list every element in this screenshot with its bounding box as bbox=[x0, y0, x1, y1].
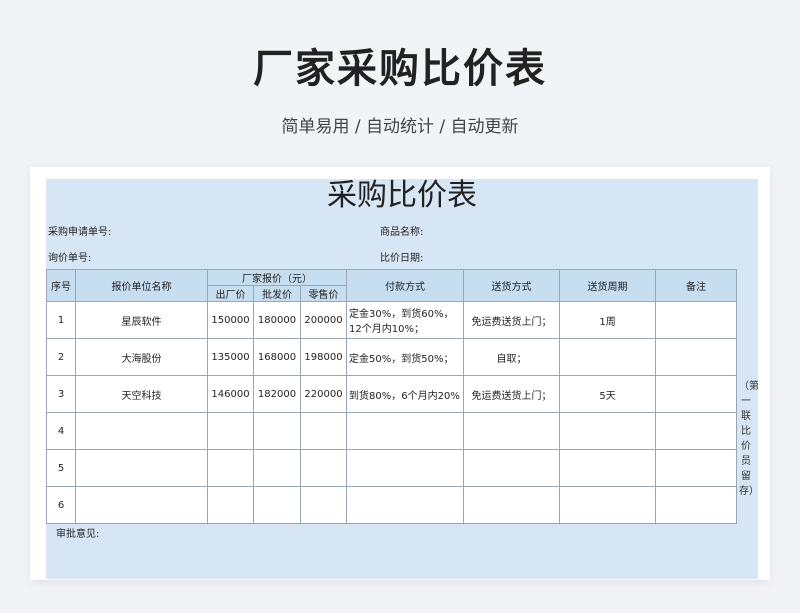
col-wholesale-price: 批发价 bbox=[253, 285, 301, 302]
cell-delivery[interactable]: 免运费送货上门； bbox=[463, 375, 561, 413]
cell-vendor[interactable]: 天空科技 bbox=[75, 375, 208, 413]
compare-date-label: 比价日期: bbox=[380, 253, 424, 264]
request-no-label: 采购申请单号: bbox=[48, 227, 112, 238]
col-remarks: 备注 bbox=[655, 269, 738, 302]
cell-factory-price[interactable]: 135000 bbox=[207, 338, 254, 376]
cell-retail-price[interactable]: 220000 bbox=[299, 375, 348, 413]
cell-payment[interactable]: 定金50%，到货50%； bbox=[346, 338, 465, 376]
cell-remarks[interactable] bbox=[655, 449, 738, 487]
cell-payment[interactable] bbox=[346, 412, 465, 450]
col-seq: 序号 bbox=[46, 269, 76, 302]
cell-retail-price[interactable] bbox=[299, 486, 348, 524]
cell-delivery-cycle[interactable] bbox=[559, 412, 657, 450]
col-delivery: 送货方式 bbox=[463, 269, 561, 302]
cell-delivery-cycle[interactable] bbox=[559, 486, 657, 524]
cell-payment[interactable] bbox=[346, 449, 465, 487]
inquiry-no-label: 询价单号: bbox=[48, 253, 92, 264]
table-row: 5 bbox=[46, 449, 738, 487]
cell-payment[interactable]: 到货80%，6个月内20% bbox=[346, 375, 465, 413]
table-row: 1 星辰软件 150000 180000 200000 定金30%，到货60%，… bbox=[46, 301, 738, 339]
payment-line: 到货80%，6个月内20% bbox=[349, 390, 460, 402]
cell-remarks[interactable] bbox=[655, 486, 738, 524]
col-payment: 付款方式 bbox=[346, 269, 465, 302]
review-label: 审批意见: bbox=[56, 529, 100, 540]
cell-delivery-cycle[interactable] bbox=[559, 449, 657, 487]
cell-delivery[interactable] bbox=[463, 412, 561, 450]
cell-vendor[interactable] bbox=[75, 449, 208, 487]
cell-retail-price[interactable] bbox=[299, 412, 348, 450]
spreadsheet: 采购比价表 采购申请单号: 商品名称: 询价单号: 比价日期: 序号 报价单位名… bbox=[46, 179, 758, 579]
cell-delivery-cycle[interactable]: 5天 bbox=[559, 375, 657, 413]
preview-card: 采购比价表 采购申请单号: 商品名称: 询价单号: 比价日期: 序号 报价单位名… bbox=[30, 167, 770, 580]
price-comparison-table: 序号 报价单位名称 厂家报价（元） 付款方式 送货方式 送货周期 备注 出厂价 … bbox=[46, 269, 738, 524]
cell-delivery-cycle[interactable] bbox=[559, 338, 657, 376]
cell-factory-price[interactable]: 150000 bbox=[207, 301, 254, 339]
cell-wholesale-price[interactable]: 168000 bbox=[253, 338, 301, 376]
cell-seq[interactable]: 3 bbox=[46, 375, 76, 413]
cell-wholesale-price[interactable]: 180000 bbox=[253, 301, 301, 339]
cell-remarks[interactable] bbox=[655, 412, 738, 450]
cell-seq[interactable]: 4 bbox=[46, 412, 76, 450]
cell-vendor[interactable]: 大海股份 bbox=[75, 338, 208, 376]
col-delivery-cycle: 送货周期 bbox=[559, 269, 657, 302]
col-vendor: 报价单位名称 bbox=[75, 269, 208, 302]
col-quote-group: 厂家报价（元） bbox=[206, 269, 348, 286]
cell-vendor[interactable]: 星辰软件 bbox=[75, 301, 208, 339]
cell-retail-price[interactable] bbox=[299, 449, 348, 487]
cell-remarks[interactable] bbox=[655, 301, 738, 339]
cell-wholesale-price[interactable] bbox=[253, 486, 301, 524]
cell-retail-price[interactable]: 198000 bbox=[299, 338, 348, 376]
side-note: （第一联比价员留存） bbox=[739, 381, 758, 497]
col-retail-price: 零售价 bbox=[299, 285, 348, 302]
cell-delivery[interactable] bbox=[463, 486, 561, 524]
payment-line: 12个月内10%； bbox=[349, 324, 424, 335]
payment-line: 定金30%，到货60%， bbox=[349, 309, 454, 320]
cell-delivery[interactable]: 免运费送货上门； bbox=[463, 301, 561, 339]
cell-payment[interactable]: 定金30%，到货60%， 12个月内10%； bbox=[346, 301, 465, 339]
cell-factory-price[interactable]: 146000 bbox=[207, 375, 254, 413]
table-row: 4 bbox=[46, 412, 738, 450]
table-row: 3 天空科技 146000 182000 220000 到货80%，6个月内20… bbox=[46, 375, 738, 413]
cell-factory-price[interactable] bbox=[207, 412, 254, 450]
page-title: 厂家采购比价表 bbox=[253, 46, 547, 92]
cell-seq[interactable]: 2 bbox=[46, 338, 76, 376]
table-row: 6 bbox=[46, 486, 738, 524]
cell-factory-price[interactable] bbox=[207, 449, 254, 487]
cell-delivery[interactable] bbox=[463, 449, 561, 487]
payment-line: 定金50%，到货50%； bbox=[349, 353, 454, 365]
cell-remarks[interactable] bbox=[655, 375, 738, 413]
cell-seq[interactable]: 6 bbox=[46, 486, 76, 524]
cell-wholesale-price[interactable] bbox=[253, 449, 301, 487]
cell-retail-price[interactable]: 200000 bbox=[299, 301, 348, 339]
cell-factory-price[interactable] bbox=[207, 486, 254, 524]
sheet-title: 采购比价表 bbox=[327, 179, 477, 213]
cell-delivery[interactable]: 自取； bbox=[463, 338, 561, 376]
cell-delivery-cycle[interactable]: 1周 bbox=[559, 301, 657, 339]
cell-seq[interactable]: 1 bbox=[46, 301, 76, 339]
page-subtitle: 简单易用 / 自动统计 / 自动更新 bbox=[281, 117, 519, 137]
cell-remarks[interactable] bbox=[655, 338, 738, 376]
product-name-label: 商品名称: bbox=[380, 227, 424, 238]
col-factory-price: 出厂价 bbox=[207, 285, 254, 302]
cell-vendor[interactable] bbox=[75, 486, 208, 524]
cell-payment[interactable] bbox=[346, 486, 465, 524]
cell-wholesale-price[interactable]: 182000 bbox=[253, 375, 301, 413]
cell-seq[interactable]: 5 bbox=[46, 449, 76, 487]
cell-vendor[interactable] bbox=[75, 412, 208, 450]
cell-wholesale-price[interactable] bbox=[253, 412, 301, 450]
table-row: 2 大海股份 135000 168000 198000 定金50%，到货50%；… bbox=[46, 338, 738, 376]
